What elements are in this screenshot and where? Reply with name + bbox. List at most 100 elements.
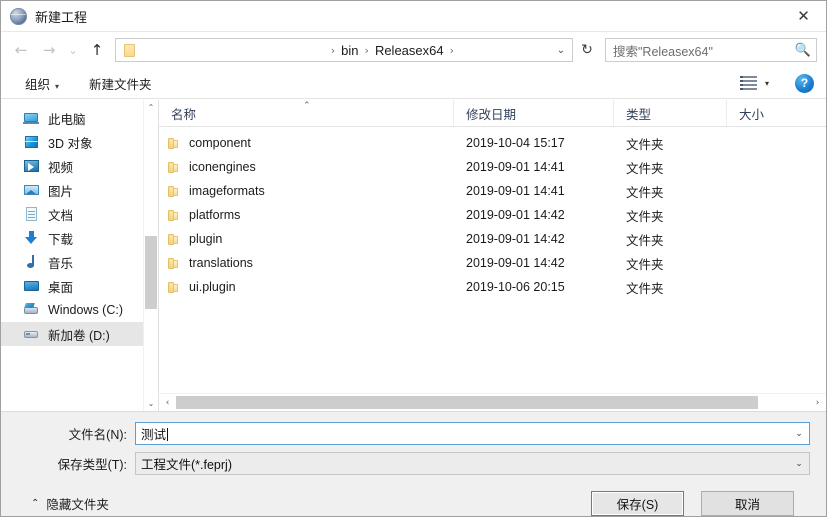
navigation-bar: ← → ⌄ ↑ › bin › Releasex64 › ⌄ ↻ 搜索"Rele… bbox=[1, 32, 826, 68]
recent-locations-button[interactable]: ⌄ bbox=[63, 37, 83, 63]
folder-icon bbox=[166, 257, 180, 270]
breadcrumb-item-releasex64[interactable]: Releasex64 bbox=[375, 43, 444, 58]
scroll-up-icon[interactable]: ⌃ bbox=[144, 100, 158, 115]
chevron-down-icon[interactable]: ⌄ bbox=[789, 429, 809, 439]
search-input[interactable]: 搜索"Releasex64" 🔍 bbox=[605, 38, 817, 62]
filetype-label: 保存类型(T): bbox=[57, 458, 127, 472]
sidebar-item-label: 下载 bbox=[48, 232, 74, 247]
sidebar-item-label: 音乐 bbox=[48, 256, 74, 271]
file-date-cell: 2019-09-01 14:42 bbox=[466, 232, 565, 246]
file-list-scrollbar[interactable]: ‹ › bbox=[159, 393, 826, 411]
up-button[interactable]: ↑ bbox=[83, 37, 111, 63]
table-row[interactable]: translations 2019-09-01 14:42 文件夹 bbox=[159, 251, 826, 275]
sidebar-item-desktop[interactable]: 桌面 bbox=[1, 274, 144, 298]
folder-icon bbox=[166, 161, 180, 174]
file-name-cell: translations bbox=[159, 256, 454, 270]
filename-input[interactable]: 测试 ⌄ bbox=[135, 422, 810, 445]
navigation-pane: 此电脑 3D 对象 视频 图片 文档 下载 音乐 桌面 Windows (C:)… bbox=[1, 100, 159, 411]
table-row[interactable]: ui.plugin 2019-10-06 20:15 文件夹 bbox=[159, 275, 826, 299]
sidebar-item-label: 新加卷 (D:) bbox=[48, 328, 110, 343]
table-row[interactable]: iconengines 2019-09-01 14:41 文件夹 bbox=[159, 155, 826, 179]
scrollbar-track[interactable] bbox=[176, 395, 809, 410]
column-header-label: 名称 bbox=[171, 107, 197, 122]
globe-icon bbox=[10, 7, 27, 25]
file-list-pane: 名称 ⌃ 修改日期 类型 大小 component 2019-10-04 15:… bbox=[159, 100, 826, 411]
sidebar-item-downloads[interactable]: 下载 bbox=[1, 226, 144, 250]
scroll-left-icon[interactable]: ‹ bbox=[159, 398, 176, 408]
folder-icon bbox=[121, 43, 136, 57]
3d-objects-icon bbox=[23, 134, 40, 150]
dialog-footer: 文件名(N): 测试 ⌄ 保存类型(T): 工程文件(*.feprj) ⌄ ⌃ … bbox=[1, 411, 826, 516]
sidebar-item-label: Windows (C:) bbox=[48, 303, 124, 317]
file-type-cell: 文件夹 bbox=[626, 137, 664, 152]
file-name-cell: iconengines bbox=[159, 160, 454, 174]
new-folder-button[interactable]: 新建文件夹 bbox=[83, 71, 158, 96]
file-name-cell: ui.plugin bbox=[159, 280, 454, 294]
chevron-down-icon[interactable]: ⌄ bbox=[550, 45, 572, 56]
file-date-cell: 2019-09-01 14:42 bbox=[466, 256, 565, 270]
sidebar-item-documents[interactable]: 文档 bbox=[1, 202, 144, 226]
scrollbar-track[interactable] bbox=[144, 115, 158, 396]
text-caret bbox=[167, 428, 169, 441]
table-row[interactable]: plugin 2019-09-01 14:42 文件夹 bbox=[159, 227, 826, 251]
music-icon bbox=[23, 254, 40, 270]
table-row[interactable]: component 2019-10-04 15:17 文件夹 bbox=[159, 131, 826, 155]
list-view-icon bbox=[739, 76, 757, 90]
search-placeholder: 搜索"Releasex64" bbox=[613, 44, 713, 59]
filename-row: 文件名(N): 测试 ⌄ bbox=[17, 421, 810, 446]
back-button[interactable]: ← bbox=[7, 37, 35, 63]
sidebar-item-label: 桌面 bbox=[48, 280, 74, 295]
column-header-size[interactable]: 大小 bbox=[727, 100, 826, 126]
chevron-up-icon: ⌃ bbox=[31, 498, 40, 509]
sidebar-item-label: 此电脑 bbox=[48, 112, 86, 127]
chevron-down-icon[interactable]: ⌄ bbox=[789, 459, 809, 469]
sidebar-scrollbar[interactable]: ⌃ ⌄ bbox=[143, 100, 158, 411]
sidebar-item-label: 视频 bbox=[48, 160, 74, 175]
file-name-label: translations bbox=[189, 256, 253, 270]
scrollbar-thumb[interactable] bbox=[176, 396, 759, 409]
table-row[interactable]: platforms 2019-09-01 14:42 文件夹 bbox=[159, 203, 826, 227]
file-name-label: platforms bbox=[189, 208, 241, 222]
column-header-name[interactable]: 名称 ⌃ bbox=[159, 100, 454, 126]
sidebar-item-new-volume-d[interactable]: 新加卷 (D:) bbox=[1, 322, 144, 346]
column-header-type[interactable]: 类型 bbox=[614, 100, 727, 126]
sidebar-item-this-pc[interactable]: 此电脑 bbox=[1, 106, 144, 130]
forward-button[interactable]: → bbox=[35, 37, 63, 63]
view-options-button[interactable]: ▾ bbox=[736, 74, 773, 92]
title-bar: 新建工程 ✕ bbox=[1, 1, 826, 32]
sidebar-item-videos[interactable]: 视频 bbox=[1, 154, 144, 178]
address-bar[interactable]: › bin › Releasex64 › ⌄ bbox=[115, 38, 573, 62]
scroll-down-icon[interactable]: ⌄ bbox=[144, 396, 158, 411]
sidebar-item-music[interactable]: 音乐 bbox=[1, 250, 144, 274]
dialog-body: 此电脑 3D 对象 视频 图片 文档 下载 音乐 桌面 Windows (C:)… bbox=[1, 99, 826, 411]
refresh-icon[interactable]: ↻ bbox=[574, 38, 600, 62]
breadcrumb-item-bin[interactable]: bin bbox=[341, 43, 358, 58]
hide-folders-label: 隐藏文件夹 bbox=[46, 498, 109, 512]
sidebar-item-label: 文档 bbox=[48, 208, 74, 223]
sidebar-item-3d-objects[interactable]: 3D 对象 bbox=[1, 130, 144, 154]
filename-value: 测试 bbox=[141, 428, 167, 442]
drive-c-icon bbox=[23, 302, 40, 318]
chevron-down-icon: ▾ bbox=[764, 78, 769, 88]
close-icon[interactable]: ✕ bbox=[781, 1, 826, 31]
file-date-cell: 2019-10-04 15:17 bbox=[466, 136, 565, 150]
scroll-right-icon[interactable]: › bbox=[809, 398, 826, 408]
help-icon[interactable]: ? bbox=[795, 73, 814, 93]
file-name-cell: plugin bbox=[159, 232, 454, 246]
cancel-button[interactable]: 取消 bbox=[701, 491, 794, 516]
sidebar-item-windows-c[interactable]: Windows (C:) bbox=[1, 298, 144, 322]
filetype-select[interactable]: 工程文件(*.feprj) ⌄ bbox=[135, 452, 810, 475]
table-row[interactable]: imageformats 2019-09-01 14:41 文件夹 bbox=[159, 179, 826, 203]
organize-button[interactable]: 组织 ▾ bbox=[19, 71, 65, 96]
file-name-cell: platforms bbox=[159, 208, 454, 222]
scrollbar-thumb[interactable] bbox=[145, 235, 157, 309]
videos-icon bbox=[23, 158, 40, 174]
folder-icon bbox=[166, 209, 180, 222]
hide-folders-button[interactable]: ⌃ 隐藏文件夹 bbox=[31, 494, 109, 513]
search-icon: 🔍 bbox=[794, 42, 812, 58]
file-name-label: plugin bbox=[189, 232, 223, 246]
save-button[interactable]: 保存(S) bbox=[591, 491, 684, 516]
sidebar-item-label: 3D 对象 bbox=[48, 136, 93, 151]
sidebar-item-pictures[interactable]: 图片 bbox=[1, 178, 144, 202]
column-header-date[interactable]: 修改日期 bbox=[454, 100, 614, 126]
